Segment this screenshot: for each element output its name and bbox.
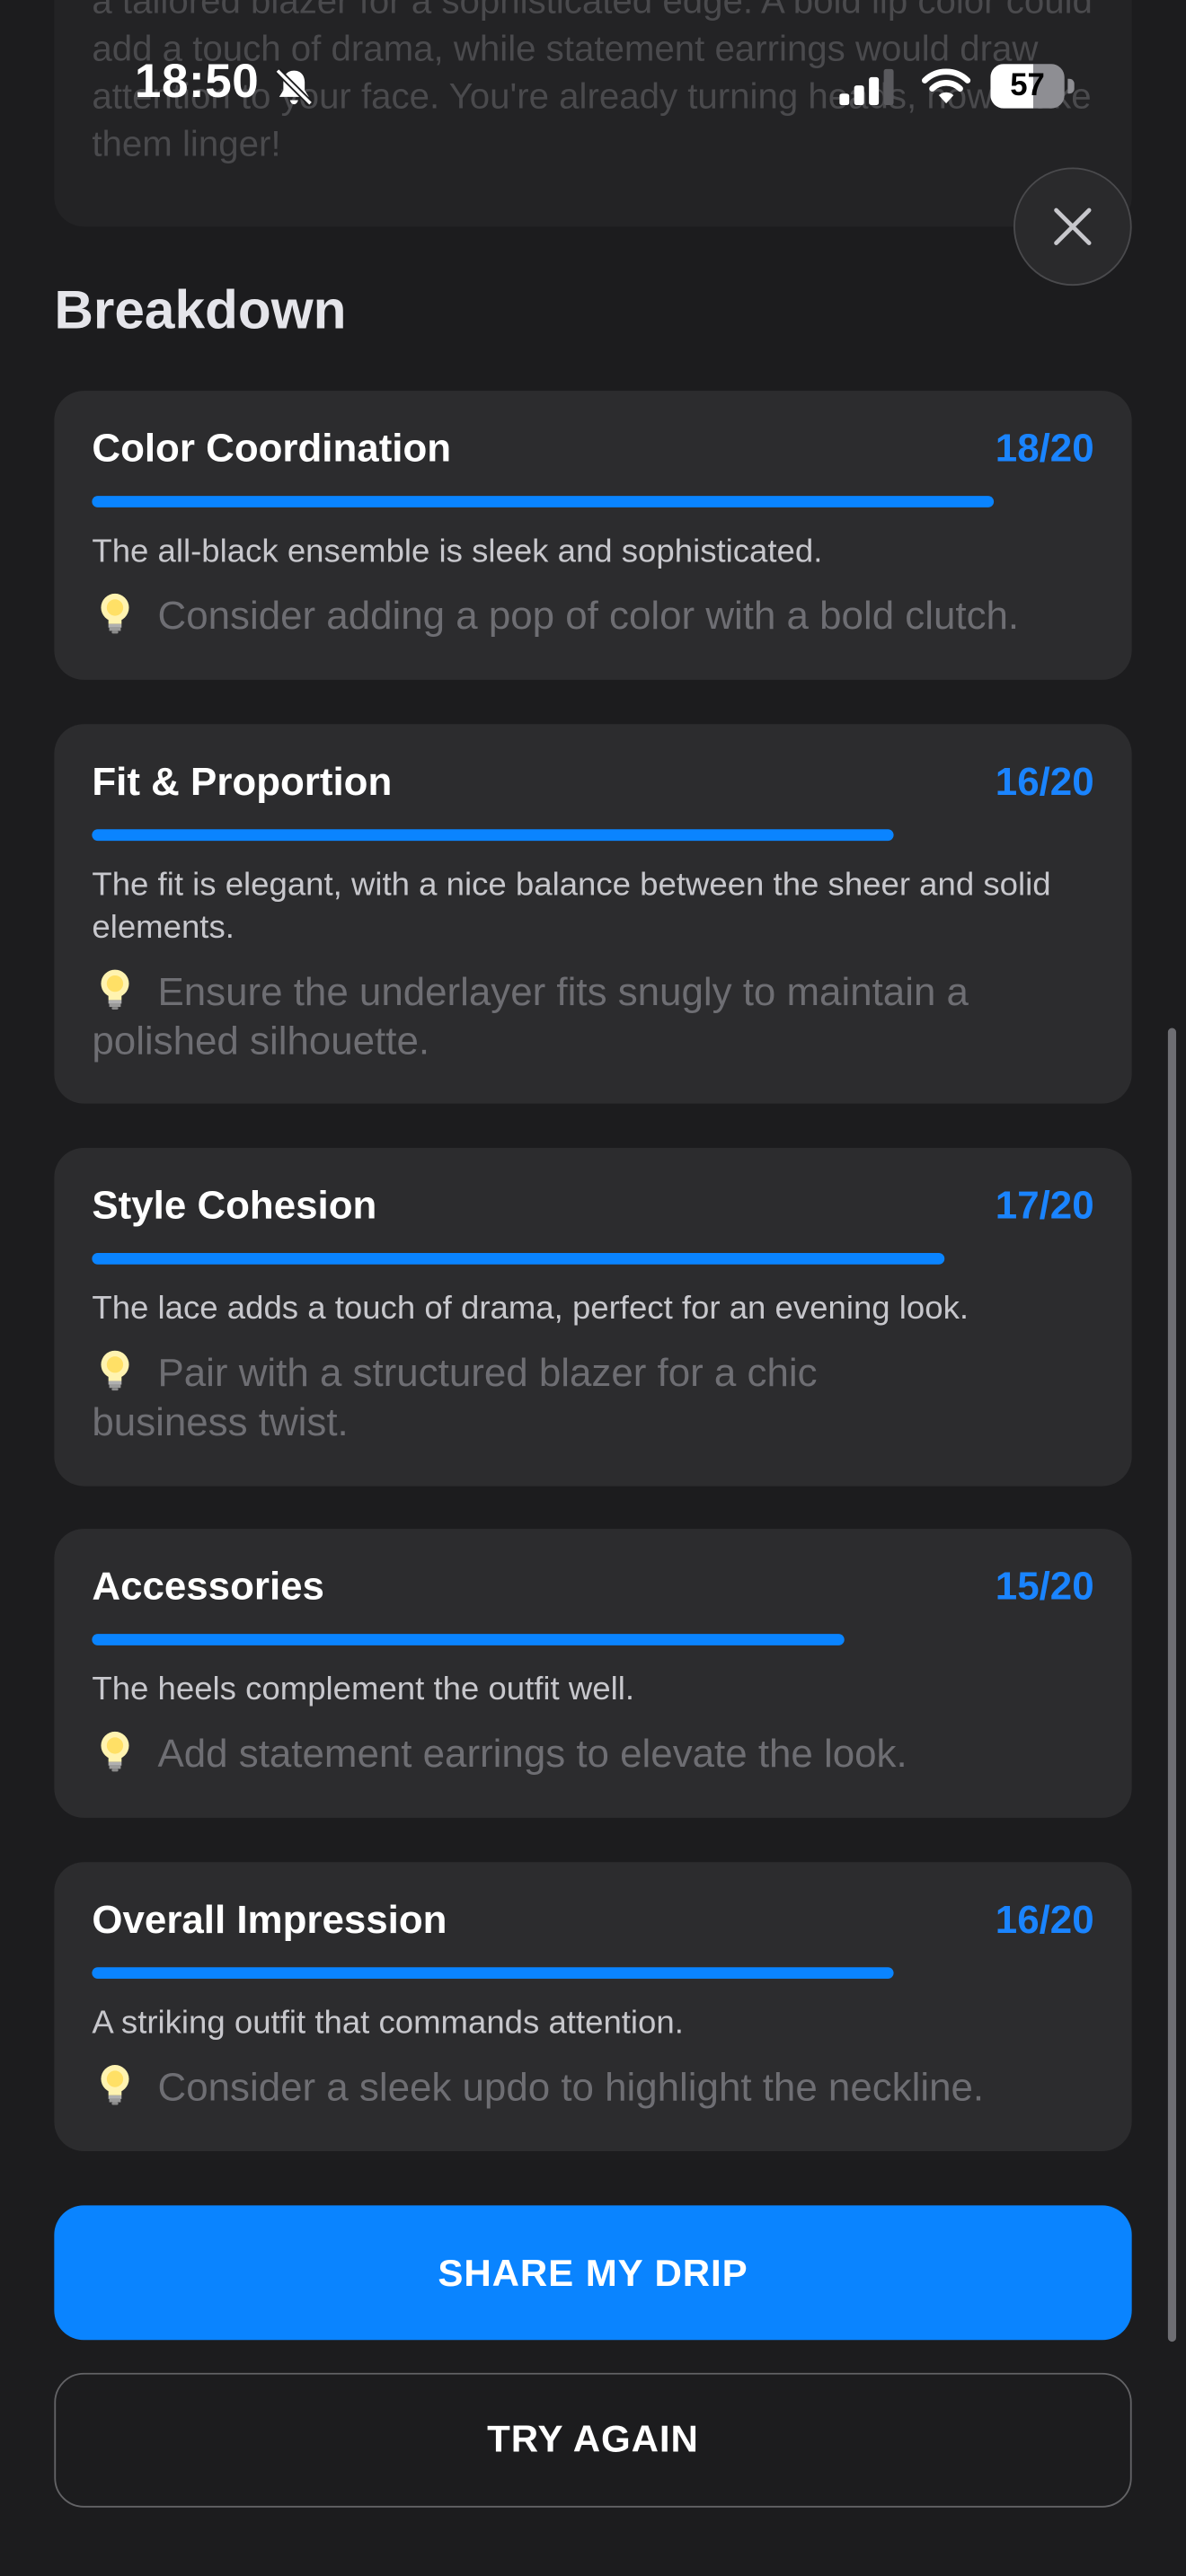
card-title: Overall Impression (92, 1898, 447, 1943)
wifi-icon (922, 68, 971, 104)
score-progress-bar (92, 829, 1093, 842)
card-description: A striking outfit that commands attentio… (92, 2005, 684, 2042)
card-tip-text: Consider a sleek updo to highlight the n… (157, 2065, 985, 2111)
card-title: Color Coordination (92, 427, 452, 472)
card-tip: Pair with a structured blazer for a chic… (92, 1346, 1093, 1448)
card-description: The heels complement the outfit well. (92, 1672, 635, 1708)
card-tip: Consider adding a pop of color with a bo… (92, 589, 1093, 642)
card-header: Overall Impression 16/20 (92, 1898, 1093, 1954)
score-progress-bar (92, 1252, 1093, 1265)
score-progress-fill (92, 829, 894, 842)
card-title: Style Cohesion (92, 1184, 377, 1229)
battery-icon: 57 (990, 64, 1075, 109)
breakdown-title: Breakdown (54, 278, 347, 340)
score-progress-fill (92, 496, 995, 507)
card-description: The fit is elegant, with a nice balance … (92, 867, 1051, 947)
score-progress-bar (92, 1634, 1093, 1645)
score-progress-bar (92, 496, 1093, 507)
card-score: 17/20 (995, 1184, 1094, 1229)
card-tip: Ensure the underlayer fits snugly to mai… (92, 966, 1093, 1067)
battery-body: 57 (990, 64, 1065, 109)
score-progress-fill (92, 1634, 844, 1645)
lightbulb-icon (101, 2065, 129, 2105)
card-tip-text: Consider adding a pop of color with a bo… (157, 594, 1020, 640)
breakdown-card-overall-impression: Overall Impression 16/20 A striking outf… (54, 1862, 1132, 2152)
score-progress-fill (92, 1252, 944, 1265)
card-header: Fit & Proportion 16/20 (92, 760, 1093, 816)
card-header: Style Cohesion 17/20 (92, 1184, 1093, 1239)
card-title: Accessories (92, 1565, 324, 1610)
status-bar: 18:50 57 (0, 0, 1186, 171)
card-title: Fit & Proportion (92, 760, 393, 805)
card-score: 16/20 (995, 760, 1094, 805)
close-icon (1054, 207, 1092, 245)
card-description: The lace adds a touch of drama, perfect … (92, 1291, 969, 1328)
score-progress-bar (92, 1967, 1093, 1980)
card-tip: Consider a sleek updo to highlight the n… (92, 2060, 1093, 2113)
breakdown-card-fit-proportion: Fit & Proportion 16/20 The fit is elegan… (54, 724, 1132, 1104)
lightbulb-icon (101, 969, 129, 1010)
card-tip-text: Add statement earrings to elevate the lo… (157, 1732, 907, 1778)
lightbulb-icon (101, 1350, 129, 1391)
breakdown-card-accessories: Accessories 15/20 The heels complement t… (54, 1529, 1132, 1818)
battery-cap (1067, 78, 1075, 94)
card-score: 18/20 (995, 427, 1094, 472)
status-time: 18:50 (134, 56, 260, 109)
cellular-signal-icon (839, 68, 894, 106)
score-progress-fill (92, 1967, 894, 1980)
scroll-indicator[interactable] (1167, 1028, 1177, 2342)
close-button[interactable] (1013, 167, 1132, 287)
card-header: Accessories 15/20 (92, 1565, 1093, 1620)
battery-level: 57 (1010, 68, 1045, 104)
card-description: The all-black ensemble is sleek and soph… (92, 534, 823, 570)
bell-slash-icon (275, 68, 314, 106)
lightbulb-icon (101, 593, 129, 634)
card-score: 15/20 (995, 1565, 1094, 1610)
try-again-button[interactable]: TRY AGAIN (54, 2372, 1132, 2508)
card-tip-text: Ensure the underlayer fits snugly to mai… (92, 970, 969, 1064)
lightbulb-icon (101, 1731, 129, 1772)
share-my-drip-button[interactable]: SHARE MY DRIP (54, 2205, 1132, 2341)
breakdown-card-color-coordination: Color Coordination 18/20 The all-black e… (54, 391, 1132, 680)
card-header: Color Coordination 18/20 (92, 427, 1093, 482)
card-score: 16/20 (995, 1898, 1094, 1943)
breakdown-card-style-cohesion: Style Cohesion 17/20 The lace adds a tou… (54, 1147, 1132, 1486)
app-viewport: a tailored blazer for a sophisticated ed… (0, 0, 1186, 2575)
card-tip: Add statement earrings to elevate the lo… (92, 1727, 1093, 1780)
card-tip-text: Pair with a structured blazer for a chic… (92, 1351, 818, 1445)
